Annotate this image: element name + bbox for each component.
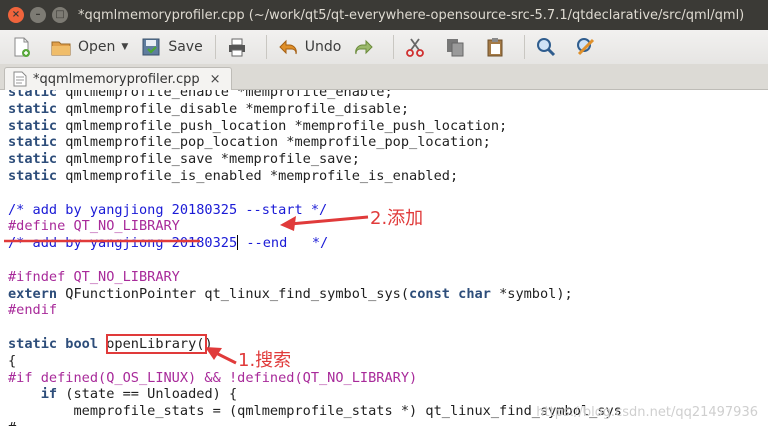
replace-button[interactable]	[575, 36, 603, 58]
search-icon	[537, 38, 556, 57]
undo-icon	[278, 39, 297, 55]
code-line[interactable]: static qmlmemprofile_push_location *memp…	[8, 118, 507, 135]
save-button[interactable]: Save	[140, 36, 203, 58]
new-document-icon	[14, 37, 30, 57]
code-token: qmlmemprofile_enable *memprofile_enable;	[57, 90, 393, 100]
code-token: static	[8, 168, 58, 184]
code-token: qmlmemprofile_push_location *memprofile_…	[57, 117, 508, 134]
toolbar-separator	[265, 35, 267, 59]
code-token: qmlmemprofile_is_enabled *memprofile_is_…	[57, 168, 459, 184]
code-token: static	[8, 117, 58, 134]
close-tab-button[interactable]: ×	[210, 72, 221, 87]
undo-button-label: Undo	[304, 39, 342, 55]
code-token: /* add by yangjiong 20180325	[8, 235, 238, 252]
code-token: static	[8, 90, 58, 100]
code-token: (state == Unloaded) {	[57, 386, 238, 403]
window-controls: × – □	[8, 7, 68, 23]
code-editor[interactable]: static qmlmemprofile_enable *memprofile_…	[0, 90, 768, 426]
print-icon	[228, 38, 245, 57]
code-line[interactable]: #endif	[8, 302, 57, 319]
code-line[interactable]: /* add by yangjiong 20180325 --start */	[8, 202, 327, 219]
code-line[interactable]: extern QFunctionPointer qt_linux_find_sy…	[8, 286, 573, 303]
new-document-button[interactable]	[10, 36, 38, 58]
open-button-label: Open	[78, 39, 116, 55]
code-token: qmlmemprofile_pop_location *memprofile_p…	[57, 134, 491, 151]
code-token: char	[458, 285, 491, 302]
code-line[interactable]: static qmlmemprofile_pop_location *mempr…	[8, 134, 491, 151]
find-button[interactable]	[535, 36, 563, 58]
open-folder-icon	[51, 41, 71, 56]
code-token: static	[8, 336, 58, 352]
paste-button[interactable]	[484, 36, 512, 58]
open-dropdown-arrow-icon[interactable]: ▼	[121, 42, 128, 52]
title-bar: × – □ *qqmlmemoryprofiler.cpp (~/work/qt…	[0, 0, 768, 30]
code-token: QFunctionPointer qt_linux_find_symbol_sy…	[57, 285, 410, 302]
save-button-label: Save	[168, 39, 203, 55]
code-line[interactable]: static qmlmemprofile_disable *memprofile…	[8, 101, 409, 118]
code-token: qmlmemprofile_disable *memprofile_disabl…	[57, 100, 410, 117]
toolbar-separator	[393, 35, 395, 59]
undo-button[interactable]: Undo	[277, 36, 342, 58]
cut-button[interactable]	[404, 36, 432, 58]
add-annotation-label: 2.添加	[370, 208, 424, 229]
code-line[interactable]: #define QT_NO_LIBRARY	[8, 218, 180, 235]
openlibrary-highlight-box	[106, 334, 207, 354]
code-line[interactable]: # . . .	[8, 420, 73, 426]
code-line[interactable]: {	[8, 353, 16, 370]
code-line[interactable]: #if defined(Q_OS_LINUX) && !defined(QT_N…	[8, 370, 417, 387]
code-line[interactable]: /* add by yangjiong 20180325 --end */	[8, 235, 328, 252]
code-token: if	[40, 386, 58, 403]
copy-icon	[447, 39, 464, 57]
tab-label: *qqmlmemoryprofiler.cpp	[33, 71, 200, 87]
code-token: *symbol);	[490, 285, 573, 302]
tab-qqmlmemoryprofiler[interactable]: *qqmlmemoryprofiler.cpp ×	[4, 67, 232, 90]
watermark: https://blog.csdn.net/qq21497936	[536, 405, 758, 420]
cut-icon	[406, 38, 425, 57]
toolbar-separator	[524, 35, 526, 59]
code-token: --end */	[238, 235, 329, 252]
code-token: bool	[65, 336, 99, 352]
code-line[interactable]: static qmlmemprofile_save *memprofile_sa…	[8, 151, 360, 168]
code-token: {	[8, 352, 17, 369]
document-tabs: *qqmlmemoryprofiler.cpp ×	[0, 64, 768, 90]
code-token: static	[8, 100, 58, 117]
close-window-button[interactable]: ×	[8, 7, 24, 23]
code-line[interactable]: static qmlmemprofile_enable *memprofile_…	[8, 90, 393, 101]
open-button[interactable]: Open ▼	[50, 36, 128, 58]
code-token: #if defined(Q_OS_LINUX) && !defined(QT_N…	[8, 369, 418, 386]
code-token: const	[409, 285, 450, 302]
code-token: #endif	[8, 302, 58, 319]
toolbar: Open ▼ Save Undo	[0, 30, 768, 64]
code-token: qmlmemprofile_save *memprofile_save;	[57, 151, 360, 168]
replace-icon	[577, 38, 595, 56]
toolbar-separator	[214, 35, 216, 59]
code-token: extern	[8, 285, 58, 302]
window-title: *qqmlmemoryprofiler.cpp (~/work/qt5/qt-e…	[78, 7, 745, 23]
code-line[interactable]: memprofile_stats = (qmlmemprofile_stats …	[8, 403, 622, 420]
search-annotation-label: 1.搜索	[238, 350, 292, 371]
code-line[interactable]: #ifndef QT_NO_LIBRARY	[8, 269, 180, 286]
code-line[interactable]: if (state == Unloaded) {	[8, 386, 237, 403]
redo-icon	[355, 39, 373, 55]
code-token: #define QT_NO_LIBRARY	[8, 218, 180, 235]
print-button[interactable]	[226, 36, 254, 58]
text-file-icon	[13, 71, 27, 87]
search-arrow	[213, 350, 237, 365]
code-line[interactable]: static qmlmemprofile_is_enabled *memprof…	[8, 168, 458, 185]
code-token: # . . .	[8, 420, 73, 426]
code-token: /* add by yangjiong 20180325 --start */	[8, 201, 328, 218]
paste-icon	[487, 38, 503, 57]
code-token: #ifndef QT_NO_LIBRARY	[8, 268, 180, 285]
copy-button[interactable]	[444, 36, 472, 58]
code-token: static	[8, 151, 58, 168]
maximize-window-button[interactable]: □	[52, 7, 68, 23]
code-token: memprofile_stats = (qmlmemprofile_stats …	[8, 403, 622, 420]
redo-button[interactable]	[353, 36, 381, 58]
minimize-window-button[interactable]: –	[30, 7, 46, 23]
save-icon	[142, 38, 160, 56]
code-token: static	[8, 134, 58, 151]
